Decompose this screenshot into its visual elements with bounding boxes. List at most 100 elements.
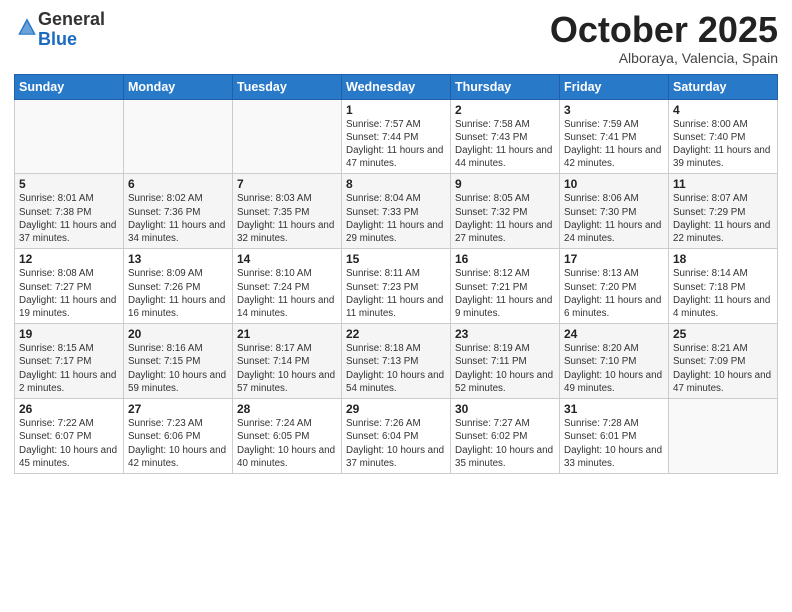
- day-info: Sunrise: 8:13 AM Sunset: 7:20 PM Dayligh…: [564, 267, 664, 320]
- day-info: Sunrise: 8:15 AM Sunset: 7:17 PM Dayligh…: [19, 342, 119, 395]
- weekday-header: Monday: [124, 74, 233, 99]
- calendar-cell: [233, 99, 342, 174]
- day-number: 22: [346, 327, 446, 341]
- calendar-cell: 27Sunrise: 7:23 AM Sunset: 6:06 PM Dayli…: [124, 399, 233, 474]
- day-info: Sunrise: 8:14 AM Sunset: 7:18 PM Dayligh…: [673, 267, 773, 320]
- calendar-cell: 9Sunrise: 8:05 AM Sunset: 7:32 PM Daylig…: [451, 174, 560, 249]
- calendar-cell: 15Sunrise: 8:11 AM Sunset: 7:23 PM Dayli…: [342, 249, 451, 324]
- day-number: 30: [455, 402, 555, 416]
- day-info: Sunrise: 8:05 AM Sunset: 7:32 PM Dayligh…: [455, 192, 555, 245]
- calendar-cell: 2Sunrise: 7:58 AM Sunset: 7:43 PM Daylig…: [451, 99, 560, 174]
- day-number: 24: [564, 327, 664, 341]
- day-number: 15: [346, 252, 446, 266]
- day-number: 20: [128, 327, 228, 341]
- day-number: 8: [346, 177, 446, 191]
- day-info: Sunrise: 8:04 AM Sunset: 7:33 PM Dayligh…: [346, 192, 446, 245]
- day-number: 6: [128, 177, 228, 191]
- calendar-cell: 24Sunrise: 8:20 AM Sunset: 7:10 PM Dayli…: [560, 324, 669, 399]
- day-info: Sunrise: 8:16 AM Sunset: 7:15 PM Dayligh…: [128, 342, 228, 395]
- day-number: 21: [237, 327, 337, 341]
- calendar-week-row: 12Sunrise: 8:08 AM Sunset: 7:27 PM Dayli…: [15, 249, 778, 324]
- day-number: 9: [455, 177, 555, 191]
- day-number: 28: [237, 402, 337, 416]
- calendar: SundayMondayTuesdayWednesdayThursdayFrid…: [14, 74, 778, 474]
- calendar-cell: [15, 99, 124, 174]
- logo-icon: [16, 16, 38, 38]
- day-number: 19: [19, 327, 119, 341]
- day-info: Sunrise: 8:07 AM Sunset: 7:29 PM Dayligh…: [673, 192, 773, 245]
- weekday-header: Friday: [560, 74, 669, 99]
- calendar-cell: 5Sunrise: 8:01 AM Sunset: 7:38 PM Daylig…: [15, 174, 124, 249]
- calendar-cell: 30Sunrise: 7:27 AM Sunset: 6:02 PM Dayli…: [451, 399, 560, 474]
- calendar-cell: 29Sunrise: 7:26 AM Sunset: 6:04 PM Dayli…: [342, 399, 451, 474]
- calendar-cell: 11Sunrise: 8:07 AM Sunset: 7:29 PM Dayli…: [669, 174, 778, 249]
- day-number: 27: [128, 402, 228, 416]
- day-number: 7: [237, 177, 337, 191]
- calendar-cell: 6Sunrise: 8:02 AM Sunset: 7:36 PM Daylig…: [124, 174, 233, 249]
- day-number: 1: [346, 103, 446, 117]
- day-info: Sunrise: 7:57 AM Sunset: 7:44 PM Dayligh…: [346, 118, 446, 171]
- day-info: Sunrise: 8:01 AM Sunset: 7:38 PM Dayligh…: [19, 192, 119, 245]
- calendar-cell: 1Sunrise: 7:57 AM Sunset: 7:44 PM Daylig…: [342, 99, 451, 174]
- day-info: Sunrise: 8:03 AM Sunset: 7:35 PM Dayligh…: [237, 192, 337, 245]
- day-info: Sunrise: 8:00 AM Sunset: 7:40 PM Dayligh…: [673, 118, 773, 171]
- day-info: Sunrise: 7:23 AM Sunset: 6:06 PM Dayligh…: [128, 417, 228, 470]
- calendar-cell: [124, 99, 233, 174]
- weekday-header: Tuesday: [233, 74, 342, 99]
- day-number: 16: [455, 252, 555, 266]
- calendar-week-row: 19Sunrise: 8:15 AM Sunset: 7:17 PM Dayli…: [15, 324, 778, 399]
- day-info: Sunrise: 8:11 AM Sunset: 7:23 PM Dayligh…: [346, 267, 446, 320]
- day-number: 26: [19, 402, 119, 416]
- day-info: Sunrise: 8:20 AM Sunset: 7:10 PM Dayligh…: [564, 342, 664, 395]
- day-number: 3: [564, 103, 664, 117]
- day-info: Sunrise: 8:19 AM Sunset: 7:11 PM Dayligh…: [455, 342, 555, 395]
- day-number: 4: [673, 103, 773, 117]
- calendar-cell: 28Sunrise: 7:24 AM Sunset: 6:05 PM Dayli…: [233, 399, 342, 474]
- logo-blue: Blue: [38, 29, 77, 49]
- day-number: 12: [19, 252, 119, 266]
- day-info: Sunrise: 8:17 AM Sunset: 7:14 PM Dayligh…: [237, 342, 337, 395]
- calendar-cell: 7Sunrise: 8:03 AM Sunset: 7:35 PM Daylig…: [233, 174, 342, 249]
- title-block: October 2025 Alboraya, Valencia, Spain: [550, 10, 778, 66]
- day-number: 11: [673, 177, 773, 191]
- day-info: Sunrise: 8:08 AM Sunset: 7:27 PM Dayligh…: [19, 267, 119, 320]
- calendar-cell: 19Sunrise: 8:15 AM Sunset: 7:17 PM Dayli…: [15, 324, 124, 399]
- calendar-cell: 12Sunrise: 8:08 AM Sunset: 7:27 PM Dayli…: [15, 249, 124, 324]
- day-number: 2: [455, 103, 555, 117]
- calendar-week-row: 26Sunrise: 7:22 AM Sunset: 6:07 PM Dayli…: [15, 399, 778, 474]
- day-info: Sunrise: 8:09 AM Sunset: 7:26 PM Dayligh…: [128, 267, 228, 320]
- day-info: Sunrise: 8:02 AM Sunset: 7:36 PM Dayligh…: [128, 192, 228, 245]
- logo-text: General Blue: [38, 10, 105, 50]
- calendar-cell: 18Sunrise: 8:14 AM Sunset: 7:18 PM Dayli…: [669, 249, 778, 324]
- calendar-cell: 16Sunrise: 8:12 AM Sunset: 7:21 PM Dayli…: [451, 249, 560, 324]
- calendar-cell: 4Sunrise: 8:00 AM Sunset: 7:40 PM Daylig…: [669, 99, 778, 174]
- day-info: Sunrise: 7:22 AM Sunset: 6:07 PM Dayligh…: [19, 417, 119, 470]
- logo-general: General: [38, 9, 105, 29]
- day-info: Sunrise: 7:28 AM Sunset: 6:01 PM Dayligh…: [564, 417, 664, 470]
- calendar-cell: 23Sunrise: 8:19 AM Sunset: 7:11 PM Dayli…: [451, 324, 560, 399]
- day-number: 25: [673, 327, 773, 341]
- calendar-cell: 17Sunrise: 8:13 AM Sunset: 7:20 PM Dayli…: [560, 249, 669, 324]
- calendar-cell: 8Sunrise: 8:04 AM Sunset: 7:33 PM Daylig…: [342, 174, 451, 249]
- day-number: 14: [237, 252, 337, 266]
- calendar-cell: 3Sunrise: 7:59 AM Sunset: 7:41 PM Daylig…: [560, 99, 669, 174]
- page: General Blue October 2025 Alboraya, Vale…: [0, 0, 792, 612]
- day-number: 31: [564, 402, 664, 416]
- header: General Blue October 2025 Alboraya, Vale…: [14, 10, 778, 66]
- calendar-week-row: 5Sunrise: 8:01 AM Sunset: 7:38 PM Daylig…: [15, 174, 778, 249]
- calendar-cell: 26Sunrise: 7:22 AM Sunset: 6:07 PM Dayli…: [15, 399, 124, 474]
- day-number: 18: [673, 252, 773, 266]
- weekday-header: Saturday: [669, 74, 778, 99]
- calendar-cell: 10Sunrise: 8:06 AM Sunset: 7:30 PM Dayli…: [560, 174, 669, 249]
- calendar-cell: 21Sunrise: 8:17 AM Sunset: 7:14 PM Dayli…: [233, 324, 342, 399]
- day-info: Sunrise: 8:18 AM Sunset: 7:13 PM Dayligh…: [346, 342, 446, 395]
- day-info: Sunrise: 7:59 AM Sunset: 7:41 PM Dayligh…: [564, 118, 664, 171]
- weekday-header: Sunday: [15, 74, 124, 99]
- calendar-cell: 25Sunrise: 8:21 AM Sunset: 7:09 PM Dayli…: [669, 324, 778, 399]
- day-info: Sunrise: 8:12 AM Sunset: 7:21 PM Dayligh…: [455, 267, 555, 320]
- day-number: 10: [564, 177, 664, 191]
- day-info: Sunrise: 7:27 AM Sunset: 6:02 PM Dayligh…: [455, 417, 555, 470]
- day-info: Sunrise: 8:06 AM Sunset: 7:30 PM Dayligh…: [564, 192, 664, 245]
- calendar-cell: 20Sunrise: 8:16 AM Sunset: 7:15 PM Dayli…: [124, 324, 233, 399]
- day-number: 13: [128, 252, 228, 266]
